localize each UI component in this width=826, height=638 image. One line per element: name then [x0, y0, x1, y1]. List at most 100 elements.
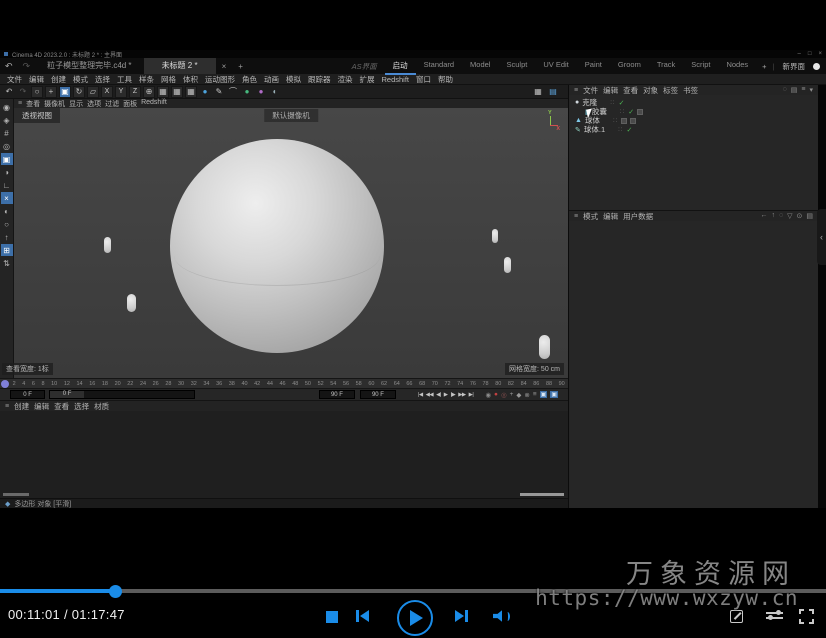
- attribute-menu-item[interactable]: 模式: [583, 211, 598, 222]
- capsule-object[interactable]: [539, 335, 550, 359]
- menu-item[interactable]: Redshift: [379, 75, 413, 84]
- object-menu-item[interactable]: 编辑: [603, 85, 618, 96]
- enable-dots[interactable]: ::: [610, 100, 615, 106]
- lock-z-icon[interactable]: Z: [129, 85, 141, 98]
- collapse-panel-tab[interactable]: ‹: [817, 209, 826, 265]
- render-queue-icon[interactable]: ▤: [547, 86, 559, 98]
- key-rotation-icon[interactable]: ⊗: [524, 391, 529, 399]
- up-icon[interactable]: ↑: [771, 212, 775, 220]
- render-view-icon[interactable]: ▦: [157, 85, 169, 98]
- layout-tab-uvedit[interactable]: UV Edit: [535, 58, 576, 75]
- viewport-tab[interactable]: 透视视图: [14, 108, 60, 123]
- undo-icon[interactable]: ↶: [3, 86, 15, 98]
- add-tab-icon[interactable]: +: [232, 62, 249, 71]
- menu-item[interactable]: 运动图形: [202, 74, 238, 85]
- enable-dots[interactable]: ::: [613, 118, 618, 124]
- playhead-marker[interactable]: [1, 380, 9, 388]
- more-icon[interactable]: ▾: [809, 86, 813, 94]
- enable-axis-icon[interactable]: ∟: [1, 179, 13, 191]
- timeline-ruler[interactable]: 0246810121416182022242628303234363840424…: [0, 378, 568, 388]
- enable-dots[interactable]: ::: [620, 109, 625, 115]
- viewport-menu-item[interactable]: 摄像机: [44, 99, 65, 109]
- snapping-icon[interactable]: ×: [0, 192, 13, 204]
- enabled-check-icon[interactable]: ✓: [628, 108, 634, 116]
- document-tab-active[interactable]: 未标题 2 *: [143, 58, 216, 74]
- menu-item[interactable]: 模式: [70, 74, 91, 85]
- material-menu-item[interactable]: 编辑: [34, 401, 49, 412]
- scrollbar[interactable]: [520, 493, 564, 496]
- layout-tab-nodes[interactable]: Nodes: [718, 58, 756, 75]
- volume-button[interactable]: [493, 610, 510, 622]
- skip-forward-button[interactable]: [455, 610, 468, 622]
- enabled-check-icon[interactable]: ✓: [626, 126, 632, 134]
- menu-item[interactable]: 体积: [180, 74, 201, 85]
- live-selection-icon[interactable]: ○: [31, 85, 43, 98]
- layout-tab-sculpt[interactable]: Sculpt: [498, 58, 535, 75]
- attribute-menu-item[interactable]: 编辑: [603, 211, 618, 222]
- material-manager[interactable]: [0, 411, 568, 498]
- panel-menu-icon[interactable]: ≡: [574, 213, 578, 220]
- autokey-icon[interactable]: ●: [494, 391, 498, 398]
- material-menu-item[interactable]: 材质: [94, 401, 109, 412]
- viewport-menu-item[interactable]: Redshift: [141, 99, 167, 109]
- key-parameter-icon[interactable]: ≡: [533, 391, 537, 398]
- keyframe-selection-icon[interactable]: ◎: [501, 391, 507, 399]
- swap-icon[interactable]: ⇅: [1, 257, 13, 269]
- material-menu-item[interactable]: 创建: [14, 401, 29, 412]
- stop-button[interactable]: [326, 611, 338, 623]
- field-icon[interactable]: ◐: [269, 86, 281, 98]
- material-menu-item[interactable]: 查看: [54, 401, 69, 412]
- rotate-tool-icon[interactable]: ↻: [73, 85, 85, 98]
- object-menu-item[interactable]: 对象: [643, 85, 658, 96]
- capsule-object[interactable]: [104, 237, 111, 253]
- panel-menu-icon[interactable]: ≡: [574, 87, 578, 94]
- back-icon[interactable]: ←: [760, 212, 767, 220]
- key-position-icon[interactable]: +: [510, 391, 514, 398]
- lock-y-icon[interactable]: Y: [115, 85, 127, 98]
- menu-item[interactable]: 帮助: [435, 74, 456, 85]
- viewport-menu-item[interactable]: 过滤: [105, 99, 119, 109]
- layout-toggle-icon[interactable]: ▦: [532, 86, 544, 98]
- history-icon[interactable]: ⊙: [797, 212, 803, 220]
- menu-item[interactable]: 动画: [261, 74, 282, 85]
- close-tab-icon[interactable]: ×: [216, 62, 233, 71]
- menu-item[interactable]: 角色: [239, 74, 260, 85]
- layout-tab-startup[interactable]: 启动: [384, 58, 416, 75]
- viewport-menu-item[interactable]: 面板: [123, 99, 137, 109]
- search-icon[interactable]: ◌: [779, 212, 783, 220]
- sphere-object[interactable]: [170, 139, 384, 353]
- next-key-button[interactable]: ▶▶: [458, 392, 466, 398]
- menu-item[interactable]: 创建: [48, 74, 69, 85]
- workplane-align-icon[interactable]: ↑: [1, 231, 13, 243]
- object-menu-item[interactable]: 文件: [583, 85, 598, 96]
- move-tool-icon[interactable]: +: [45, 85, 57, 98]
- menu-item[interactable]: 跟踪器: [305, 74, 334, 85]
- end-frame-field[interactable]: 90 F: [318, 390, 355, 399]
- render-picture-viewer-icon[interactable]: ▦: [171, 85, 183, 98]
- menu-item[interactable]: 网格: [158, 74, 179, 85]
- play-forward-button[interactable]: ▶: [444, 392, 448, 398]
- add-layout-icon[interactable]: +: [756, 62, 772, 71]
- nav-forward-icon[interactable]: ↷: [18, 61, 36, 72]
- texture-tag-icon[interactable]: [630, 117, 637, 124]
- spline-arc-icon[interactable]: ⌒: [227, 86, 239, 98]
- workplane-mode-icon[interactable]: #: [1, 127, 13, 139]
- go-to-start-button[interactable]: |◀: [418, 392, 423, 398]
- menu-item[interactable]: 文件: [4, 74, 25, 85]
- uv-mode-icon[interactable]: ◐: [1, 205, 13, 217]
- pen-spline-icon[interactable]: ✎: [213, 86, 225, 98]
- menu-item[interactable]: 渲染: [335, 74, 356, 85]
- capsule-object[interactable]: [492, 229, 498, 243]
- filter-icon[interactable]: ▽: [787, 212, 792, 220]
- previous-frame-button[interactable]: ◀|: [436, 392, 441, 398]
- viewport-menu-item[interactable]: 选项: [87, 99, 101, 109]
- coord-system-icon[interactable]: ⊕: [143, 85, 155, 98]
- layout-tab-track[interactable]: Track: [649, 58, 683, 75]
- object-menu-item[interactable]: 书签: [683, 85, 698, 96]
- mode-edges-icon[interactable]: ▣: [0, 153, 13, 165]
- attribute-menu-item[interactable]: 用户数据: [623, 211, 653, 222]
- active-tool-icon[interactable]: ▣: [59, 85, 71, 98]
- redo-icon[interactable]: ↷: [17, 86, 29, 98]
- menu-item[interactable]: 模拟: [283, 74, 304, 85]
- object-row-capsule[interactable]: ▮ 胶囊 :: ✓: [569, 107, 818, 116]
